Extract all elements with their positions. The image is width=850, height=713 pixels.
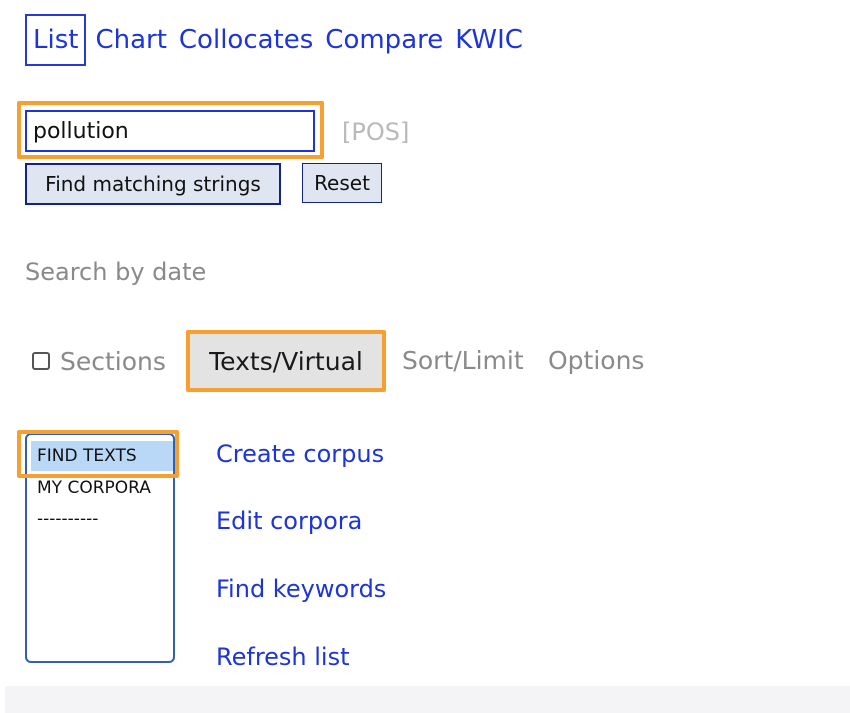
tab-options[interactable]: Options xyxy=(548,343,644,379)
tabs-row: Sections xyxy=(32,336,166,386)
panel-footer xyxy=(5,686,850,713)
find-matching-strings-button[interactable]: Find matching strings xyxy=(25,163,281,205)
edit-corpora-link[interactable]: Edit corpora xyxy=(216,503,362,539)
search-by-date-link[interactable]: Search by date xyxy=(25,253,206,291)
tab-texts-virtual[interactable]: Texts/Virtual xyxy=(190,334,382,388)
sections-checkbox[interactable] xyxy=(32,352,50,370)
nav-kwic[interactable]: KWIC xyxy=(455,14,523,66)
tab-sections-label[interactable]: Sections xyxy=(60,347,166,376)
canvas: List Chart Collocates Compare KWIC [POS]… xyxy=(0,0,850,713)
nav-chart[interactable]: Chart xyxy=(95,14,166,66)
find-keywords-link[interactable]: Find keywords xyxy=(216,571,386,607)
search-input[interactable] xyxy=(25,110,315,152)
top-nav: List Chart Collocates Compare KWIC xyxy=(25,14,535,66)
list-option-separator: ---------- xyxy=(37,509,99,529)
create-corpus-link[interactable]: Create corpus xyxy=(216,436,384,472)
refresh-list-link[interactable]: Refresh list xyxy=(216,639,350,675)
pos-link[interactable]: [POS] xyxy=(342,114,409,150)
nav-list[interactable]: List xyxy=(25,14,87,66)
nav-compare[interactable]: Compare xyxy=(325,14,443,66)
find-texts-highlight xyxy=(17,430,179,478)
tab-sort-limit[interactable]: Sort/Limit xyxy=(402,343,524,379)
reset-button[interactable]: Reset xyxy=(302,163,382,203)
nav-collocates[interactable]: Collocates xyxy=(179,14,313,66)
